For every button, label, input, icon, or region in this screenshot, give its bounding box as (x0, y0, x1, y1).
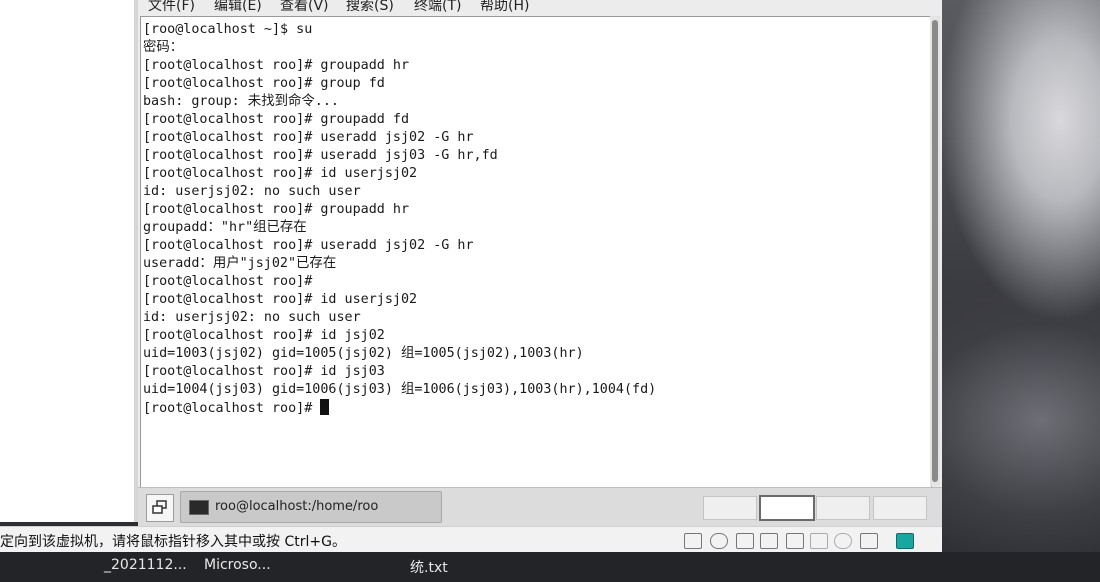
terminal-menubar: 文件(F) 编辑(E) 查看(V) 搜索(S) 终端(T) 帮助(H) (138, 0, 942, 16)
host-task-item[interactable]: 统.txt (410, 557, 448, 577)
status-message: 定向到该虚拟机，请将鼠标指针移入其中或按 Ctrl+G。 (0, 534, 346, 550)
terminal-line: [root@localhost roo]# groupadd hr (143, 58, 410, 73)
vm-status-bar: 定向到该虚拟机，请将鼠标指针移入其中或按 Ctrl+G。 (0, 526, 942, 553)
menu-file[interactable]: 文件(F) (148, 0, 195, 15)
menu-view[interactable]: 查看(V) (280, 0, 329, 15)
terminal-line: [root@localhost roo]# id jsj03 (143, 364, 385, 379)
host-side-panel (0, 0, 138, 522)
message-icon[interactable] (896, 533, 914, 549)
workspace-1[interactable] (703, 496, 757, 520)
terminal-line: [root@localhost roo]# id userjsj02 (143, 166, 418, 181)
terminal-line: [root@localhost roo]# groupadd hr (143, 202, 410, 217)
terminal-cursor (320, 399, 330, 415)
host-task-item[interactable]: Microso... (204, 557, 271, 573)
terminal-line: id: userjsj02: no such user (143, 310, 361, 325)
terminal-line: useradd：用户"jsj02"已存在 (143, 256, 337, 271)
terminal-line: [root@localhost roo]# id userjsj02 (143, 292, 418, 307)
menu-search[interactable]: 搜索(S) (346, 0, 394, 15)
terminal-text: [roo@localhost ~]$ su 密码： [root@localhos… (143, 21, 656, 418)
menu-edit[interactable]: 编辑(E) (214, 0, 262, 15)
guest-taskbar: roo@localhost:/home/roo (138, 487, 942, 526)
menu-help[interactable]: 帮助(H) (480, 0, 529, 15)
terminal-line: groupadd："hr"组已存在 (143, 220, 307, 235)
terminal-line: uid=1004(jsj03) gid=1006(jsj03) 组=1006(j… (143, 382, 657, 397)
terminal-line: [root@localhost roo]# useradd jsj02 -G h… (143, 238, 474, 253)
terminal-line: [root@localhost roo]# useradd jsj03 -G h… (143, 148, 498, 163)
usb-icon[interactable] (810, 533, 828, 549)
vm-window: 文件(F) 编辑(E) 查看(V) 搜索(S) 终端(T) 帮助(H) [roo… (138, 0, 942, 552)
task-label: roo@localhost:/home/roo (215, 499, 379, 514)
terminal-line: [root@localhost roo]# (143, 274, 313, 289)
terminal-line: [root@localhost roo]# group fd (143, 76, 385, 91)
sound-icon[interactable] (786, 533, 804, 549)
terminal-output[interactable]: [roo@localhost ~]$ su 密码： [root@localhos… (140, 16, 932, 488)
terminal-line: [root@localhost roo]# groupadd fd (143, 112, 410, 127)
show-desktop-button[interactable] (146, 494, 174, 522)
workspace-4[interactable] (873, 496, 927, 520)
terminal-line: 密码： (143, 40, 184, 55)
host-task-item[interactable]: _2021112... (104, 557, 187, 573)
terminal-line: [roo@localhost ~]$ su (143, 22, 313, 37)
workspace-3[interactable] (816, 496, 870, 520)
hard-disk-icon[interactable] (684, 533, 702, 549)
terminal-task-button[interactable]: roo@localhost:/home/roo (180, 491, 442, 523)
cd-drive-icon[interactable] (710, 533, 728, 549)
printer-icon[interactable] (760, 533, 778, 549)
camera-icon[interactable] (834, 533, 852, 549)
workspace-2[interactable] (759, 495, 815, 521)
scrollbar-thumb[interactable] (932, 20, 938, 482)
menu-terminal[interactable]: 终端(T) (414, 0, 461, 15)
terminal-line: id: userjsj02: no such user (143, 184, 361, 199)
terminal-prompt: [root@localhost roo]# (143, 401, 321, 416)
terminal-line: bash: group: 未找到命令... (143, 94, 339, 109)
terminal-icon (189, 500, 209, 515)
network-icon[interactable] (736, 533, 754, 549)
terminal-line: uid=1003(jsj02) gid=1005(jsj02) 组=1005(j… (143, 346, 584, 361)
host-taskbar: _2021112... Microso... 统.txt (0, 552, 1100, 582)
terminal-line: [root@localhost roo]# useradd jsj02 -G h… (143, 130, 474, 145)
windows-icon (152, 500, 167, 514)
terminal-line: [root@localhost roo]# id jsj02 (143, 328, 385, 343)
terminal-scrollbar[interactable] (930, 16, 940, 486)
display-icon[interactable] (860, 533, 878, 549)
